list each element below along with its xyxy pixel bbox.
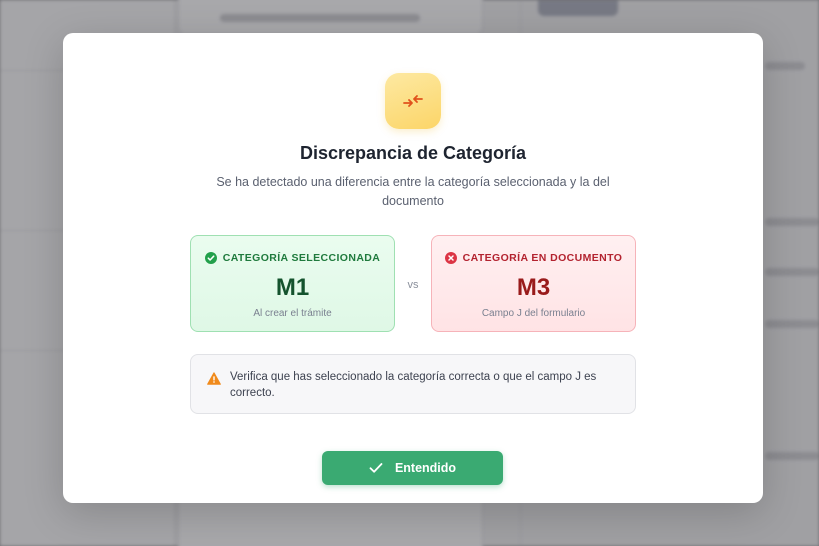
document-category-card: CATEGORÍA EN DOCUMENTO M3 Campo J del fo… bbox=[431, 235, 636, 332]
vs-label: vs bbox=[407, 279, 419, 291]
document-category-header: CATEGORÍA EN DOCUMENTO bbox=[432, 252, 635, 264]
document-category-label: CATEGORÍA EN DOCUMENTO bbox=[462, 252, 623, 264]
dialog-title: Discrepancia de Categoría bbox=[299, 143, 527, 163]
selected-category-label: CATEGORÍA SELECCIONADA bbox=[222, 252, 381, 264]
confirm-button-label: Entendido bbox=[394, 461, 457, 475]
selected-category-note: Al crear el trámite bbox=[253, 308, 332, 319]
warning-triangle-icon bbox=[207, 372, 221, 385]
x-circle-icon bbox=[444, 252, 457, 264]
dialog-subtitle: Se ha detectado una diferencia entre la … bbox=[216, 175, 610, 208]
warning-text: Verifica que has seleccionado la categor… bbox=[230, 371, 597, 399]
check-icon bbox=[369, 463, 383, 473]
confirm-button[interactable]: Entendido bbox=[322, 451, 503, 485]
selected-category-value: M1 bbox=[275, 274, 310, 301]
warning-box: Verifica que has seleccionado la categor… bbox=[190, 354, 636, 414]
document-category-note: Campo J del formulario bbox=[481, 308, 586, 319]
compare-arrows-icon bbox=[385, 73, 441, 129]
category-discrepancy-dialog: Discrepancia de Categoría Se ha detectad… bbox=[63, 33, 763, 503]
check-circle-icon bbox=[204, 252, 217, 264]
selected-category-card: CATEGORÍA SELECCIONADA M1 Al crear el tr… bbox=[190, 235, 395, 332]
document-category-value: M3 bbox=[516, 274, 551, 301]
selected-category-header: CATEGORÍA SELECCIONADA bbox=[191, 252, 394, 264]
